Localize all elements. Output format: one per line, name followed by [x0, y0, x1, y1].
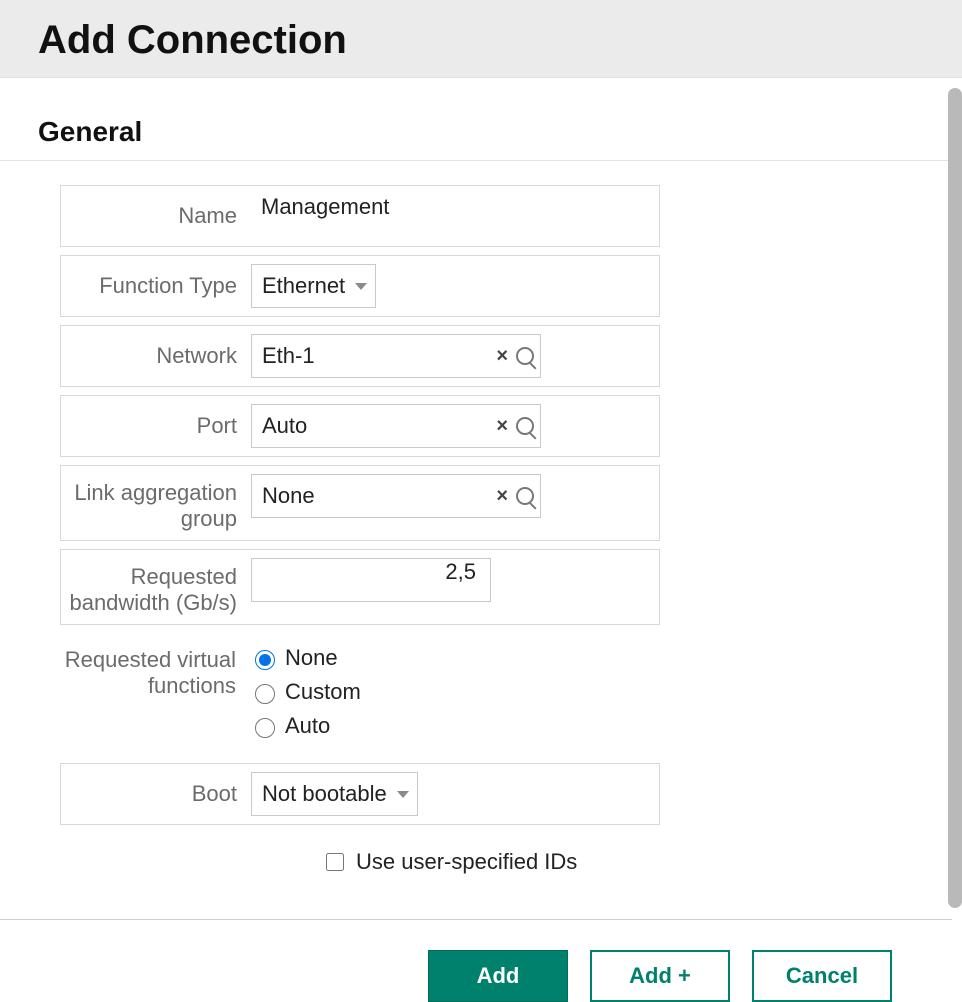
clear-icon[interactable]: × [492, 485, 512, 508]
chevron-down-icon [397, 791, 409, 798]
row-use-ids: Use user-specified IDs [60, 833, 952, 875]
lag-value: None [262, 483, 492, 509]
network-value: Eth-1 [262, 343, 492, 369]
search-icon[interactable] [516, 487, 534, 505]
port-value: Auto [262, 413, 492, 439]
search-icon[interactable] [516, 417, 534, 435]
add-button[interactable]: Add [428, 950, 568, 1002]
rvf-option-auto[interactable]: Auto [250, 713, 361, 739]
use-ids-checkbox[interactable] [326, 853, 344, 871]
clear-icon[interactable]: × [492, 345, 512, 368]
row-port: Port Auto × [60, 395, 660, 457]
bandwidth-input[interactable]: 2,5 [251, 558, 491, 602]
cancel-button[interactable]: Cancel [752, 950, 892, 1002]
scrollbar[interactable] [948, 88, 962, 980]
row-bandwidth: Requested bandwidth (Gb/s) 2,5 [60, 549, 660, 625]
label-function-type: Function Type [61, 273, 251, 299]
boot-select[interactable]: Not bootable [251, 772, 418, 816]
rvf-custom-label: Custom [285, 679, 361, 705]
chevron-down-icon [355, 283, 367, 290]
label-name: Name [61, 203, 251, 229]
network-picker[interactable]: Eth-1 × [251, 334, 541, 378]
add-plus-button[interactable]: Add + [590, 950, 730, 1002]
rvf-radio-custom[interactable] [255, 684, 275, 704]
function-type-value: Ethernet [262, 273, 345, 299]
search-icon[interactable] [516, 347, 534, 365]
rvf-auto-label: Auto [285, 713, 330, 739]
row-function-type: Function Type Ethernet [60, 255, 660, 317]
row-lag: Link aggregation group None × [60, 465, 660, 541]
boot-value: Not bootable [262, 781, 387, 807]
label-lag: Link aggregation group [61, 474, 251, 532]
label-port: Port [61, 413, 251, 439]
label-network: Network [61, 343, 251, 369]
row-name: Name Management [60, 185, 660, 247]
rvf-option-custom[interactable]: Custom [250, 679, 361, 705]
row-rvf: Requested virtual functions None Custom … [60, 633, 660, 755]
use-ids-label: Use user-specified IDs [356, 849, 577, 875]
scrollbar-thumb[interactable] [948, 88, 962, 908]
port-picker[interactable]: Auto × [251, 404, 541, 448]
clear-icon[interactable]: × [492, 415, 512, 438]
dialog-title: Add Connection [38, 18, 962, 63]
rvf-radio-group: None Custom Auto [250, 641, 361, 747]
rvf-none-label: None [285, 645, 338, 671]
rvf-option-none[interactable]: None [250, 645, 361, 671]
function-type-select[interactable]: Ethernet [251, 264, 376, 308]
rvf-radio-none[interactable] [255, 650, 275, 670]
section-general-title: General [0, 78, 952, 161]
name-input[interactable]: Management [251, 194, 621, 238]
label-boot: Boot [61, 781, 251, 807]
label-rvf: Requested virtual functions [60, 641, 250, 699]
dialog-header: Add Connection [0, 0, 962, 78]
lag-picker[interactable]: None × [251, 474, 541, 518]
row-network: Network Eth-1 × [60, 325, 660, 387]
rvf-radio-auto[interactable] [255, 718, 275, 738]
row-boot: Boot Not bootable [60, 763, 660, 825]
label-bandwidth: Requested bandwidth (Gb/s) [61, 558, 251, 616]
